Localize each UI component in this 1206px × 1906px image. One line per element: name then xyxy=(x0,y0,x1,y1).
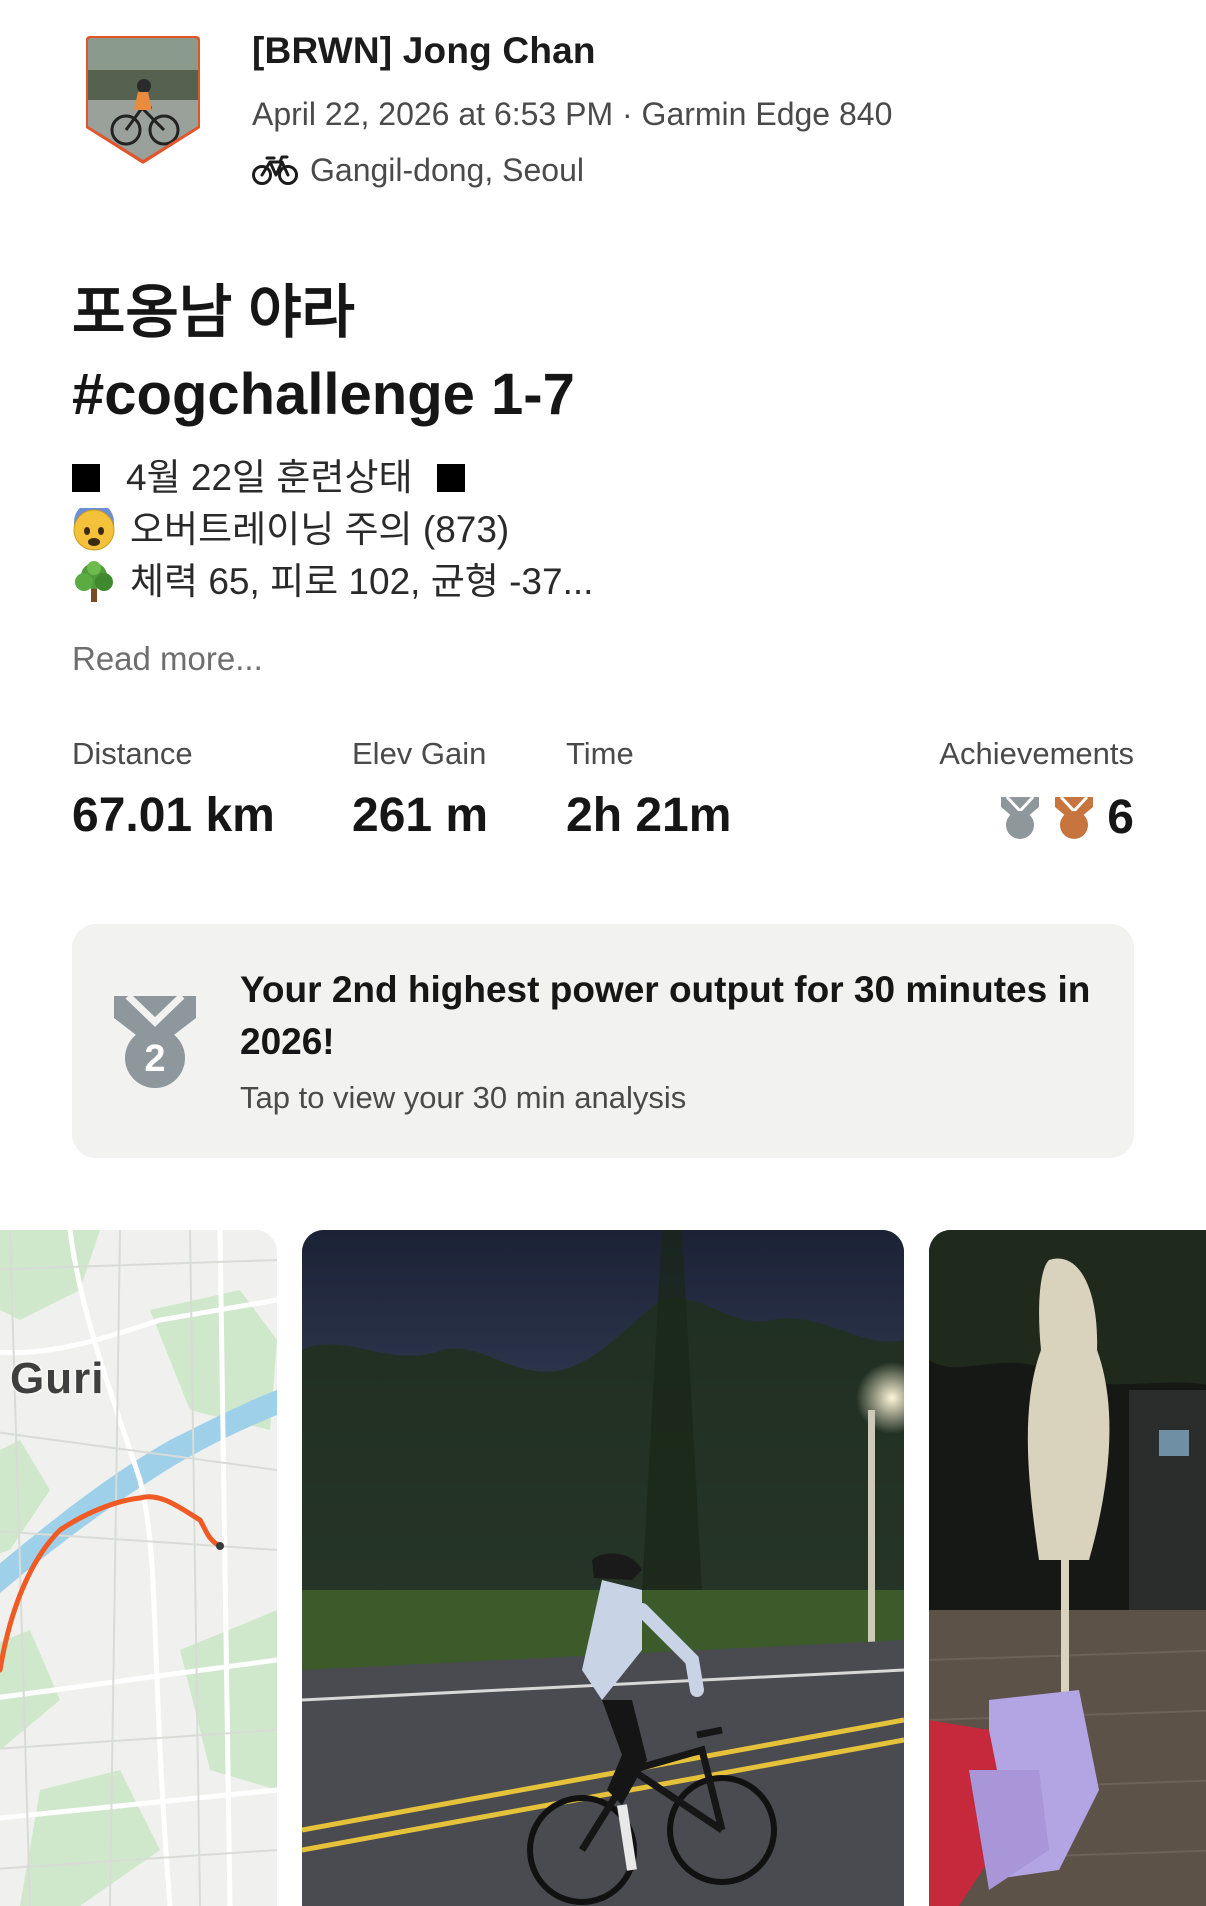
activity-datetime-device: April 22, 2026 at 6:53 PM · Garmin Edge … xyxy=(252,96,893,132)
medal-rank-number: 2 xyxy=(144,1038,165,1080)
location-row: Gangil-dong, Seoul xyxy=(252,150,584,190)
achievement-subtitle: Tap to view your 30 min analysis xyxy=(240,1080,687,1115)
umbrella-chairs-photo-image xyxy=(929,1230,1206,1906)
achievements-label: Achievements xyxy=(939,736,1134,771)
elev-gain-label: Elev Gain xyxy=(352,736,487,771)
time-label: Time xyxy=(566,736,634,771)
cyclist-photo-image xyxy=(302,1230,904,1906)
description-text-1: 4월 22일 훈련상태 xyxy=(126,457,413,498)
activity-title-line-1: 포옹남 야라 xyxy=(72,280,355,345)
description-text-2: 오버트레이닝 주의 (873) xyxy=(130,509,510,550)
route-map[interactable]: Guri xyxy=(0,1230,277,1906)
activity-title: 포옹남 야라 #cogchallenge 1-7 xyxy=(72,272,972,436)
activity-title-line-2: #cogchallenge 1-7 xyxy=(72,362,575,427)
elev-gain-value: 261 m xyxy=(352,789,489,842)
ride-photo-1[interactable] xyxy=(302,1230,904,1906)
description-line-2: 오버트레이닝 주의 (873) xyxy=(72,504,972,556)
shield-avatar-icon xyxy=(86,36,200,164)
description-text-3: 체력 65, 피로 102, 균형 -37... xyxy=(130,561,594,602)
achievements-summary[interactable]: 6 xyxy=(989,790,1134,845)
map-place-label: Guri xyxy=(10,1354,105,1403)
ride-photo-2[interactable] xyxy=(929,1230,1206,1906)
location-text: Gangil-dong, Seoul xyxy=(310,151,584,188)
map-tiles xyxy=(0,1230,277,1906)
description-line-3: 체력 65, 피로 102, 균형 -37... xyxy=(72,556,972,608)
distance-label: Distance xyxy=(72,736,193,771)
achievements-count: 6 xyxy=(1107,791,1134,844)
black-square-icon xyxy=(436,464,465,492)
silver-medal-rank-icon: 2 xyxy=(114,993,196,1088)
avatar[interactable] xyxy=(82,34,204,168)
bronze-medal-icon xyxy=(1055,795,1094,839)
activity-description: 4월 22일 훈련상태 오버트레이닝 주의 (873) 체력 65, 피로 10… xyxy=(72,452,972,608)
distance-value: 67.01 km xyxy=(72,789,275,842)
description-line-1: 4월 22일 훈련상태 xyxy=(72,452,972,504)
bike-icon xyxy=(252,155,298,185)
achievement-title: Your 2nd highest power output for 30 min… xyxy=(240,969,1091,1062)
tree-emoji-icon xyxy=(75,561,113,602)
black-square-icon xyxy=(72,464,100,492)
time-value: 2h 21m xyxy=(566,789,732,842)
athlete-name[interactable]: [BRWN] Jong Chan xyxy=(252,30,596,72)
fearful-face-emoji-icon xyxy=(73,508,115,551)
achievement-card[interactable]: 2 Your 2nd highest power output for 30 m… xyxy=(72,924,1134,1158)
read-more-link[interactable]: Read more... xyxy=(72,640,263,678)
silver-medal-icon xyxy=(1001,795,1040,839)
